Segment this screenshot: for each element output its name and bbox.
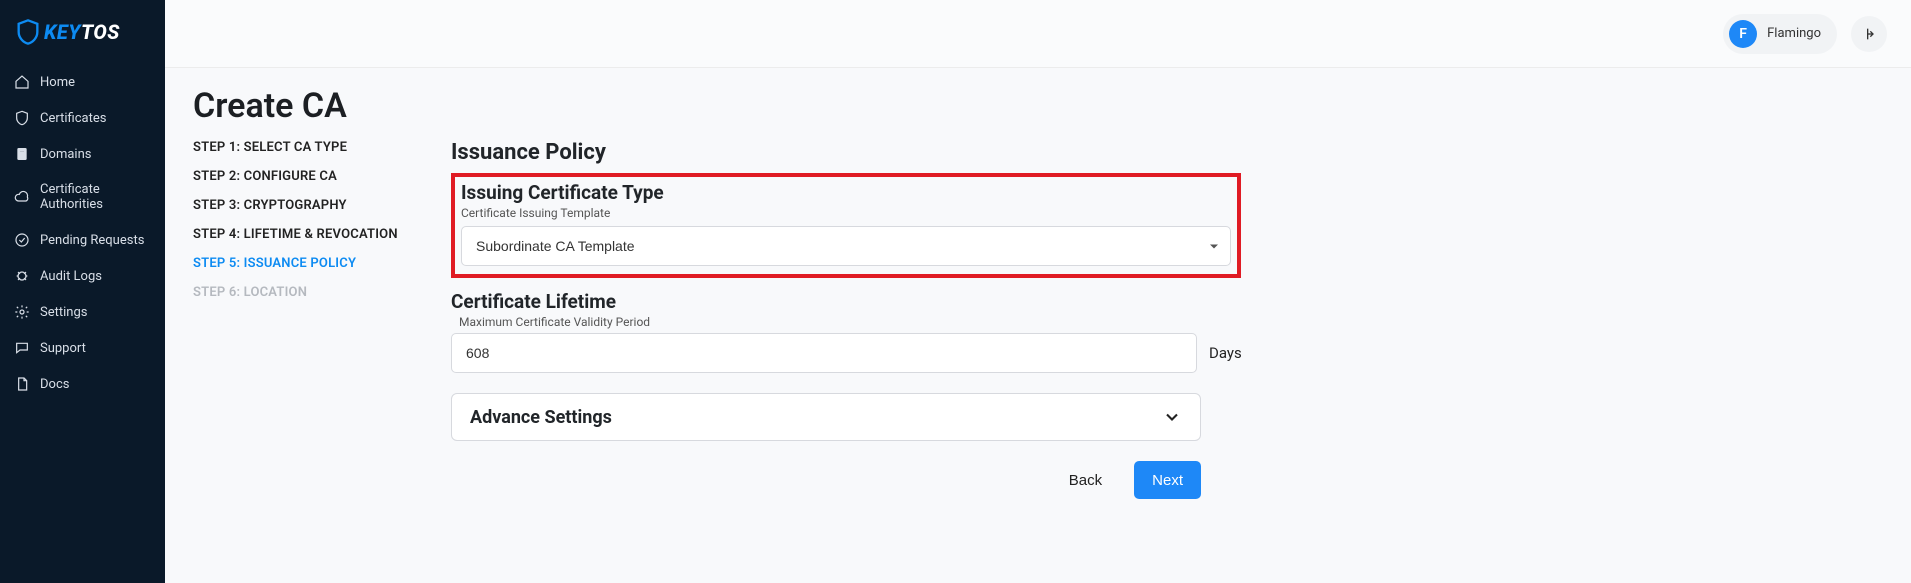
advance-settings-title: Advance Settings (470, 407, 612, 428)
avatar: F (1729, 20, 1757, 48)
sidebar-item-support[interactable]: Support (0, 330, 165, 366)
bug-icon (14, 268, 30, 284)
validity-label: Maximum Certificate Validity Period (451, 315, 1241, 329)
issuing-cert-type-heading: Issuing Certificate Type (461, 181, 1231, 204)
document-icon (14, 146, 30, 162)
sidebar-item-audit[interactable]: Audit Logs (0, 258, 165, 294)
advance-settings-expander[interactable]: Advance Settings (451, 393, 1201, 441)
sidebar-item-label: Support (40, 341, 86, 356)
sidebar-item-cas[interactable]: Certificate Authorities (0, 172, 165, 222)
brand-suffix: TOS (81, 20, 120, 44)
sidebar-item-label: Docs (40, 377, 69, 392)
page-title: Create CA (193, 86, 1883, 126)
back-button[interactable]: Back (1051, 461, 1120, 499)
cert-lifetime-heading: Certificate Lifetime (451, 290, 1241, 313)
topbar: F Flamingo (165, 0, 1911, 68)
sidebar-item-settings[interactable]: Settings (0, 294, 165, 330)
step-6: STEP 6: LOCATION (193, 285, 403, 300)
sidebar: KEYTOS Home Certificates Domains Certifi… (0, 0, 165, 583)
step-5[interactable]: STEP 5: ISSUANCE POLICY (193, 256, 403, 271)
validity-unit: Days (1209, 344, 1242, 362)
step-2[interactable]: STEP 2: CONFIGURE CA (193, 169, 403, 184)
sidebar-item-label: Certificate Authorities (40, 182, 151, 212)
user-name: Flamingo (1767, 26, 1821, 41)
chevron-down-icon (1162, 407, 1182, 427)
logout-button[interactable] (1851, 16, 1887, 52)
template-label: Certificate Issuing Template (461, 206, 1231, 220)
next-button[interactable]: Next (1134, 461, 1201, 499)
brand-logo: KEYTOS (0, 10, 165, 64)
sidebar-item-label: Audit Logs (40, 269, 102, 284)
issuance-policy-heading: Issuance Policy (451, 140, 1241, 165)
sidebar-item-label: Home (40, 75, 75, 90)
step-1[interactable]: STEP 1: SELECT CA TYPE (193, 140, 403, 155)
template-highlight-box: Issuing Certificate Type Certificate Iss… (451, 173, 1241, 278)
logout-icon (1861, 26, 1877, 42)
brand-prefix: KEY (44, 20, 81, 44)
shield-icon (14, 110, 30, 126)
shield-icon (14, 18, 42, 46)
sidebar-item-domains[interactable]: Domains (0, 136, 165, 172)
sidebar-item-pending[interactable]: Pending Requests (0, 222, 165, 258)
validity-input[interactable] (451, 333, 1197, 373)
sidebar-item-label: Certificates (40, 111, 106, 126)
home-icon (14, 74, 30, 90)
clock-check-icon (14, 232, 30, 248)
sidebar-item-label: Pending Requests (40, 233, 144, 248)
user-menu[interactable]: F Flamingo (1723, 14, 1837, 54)
sidebar-item-label: Domains (40, 147, 91, 162)
wizard-steps: STEP 1: SELECT CA TYPE STEP 2: CONFIGURE… (193, 140, 403, 499)
sidebar-item-home[interactable]: Home (0, 64, 165, 100)
step-3[interactable]: STEP 3: CRYPTOGRAPHY (193, 198, 403, 213)
step-4[interactable]: STEP 4: LIFETIME & REVOCATION (193, 227, 403, 242)
chat-icon (14, 340, 30, 356)
cloud-icon (14, 189, 30, 205)
file-icon (14, 376, 30, 392)
gear-icon (14, 304, 30, 320)
sidebar-item-label: Settings (40, 305, 87, 320)
sidebar-item-docs[interactable]: Docs (0, 366, 165, 402)
sidebar-item-certificates[interactable]: Certificates (0, 100, 165, 136)
template-select[interactable]: Subordinate CA Template (461, 226, 1231, 266)
